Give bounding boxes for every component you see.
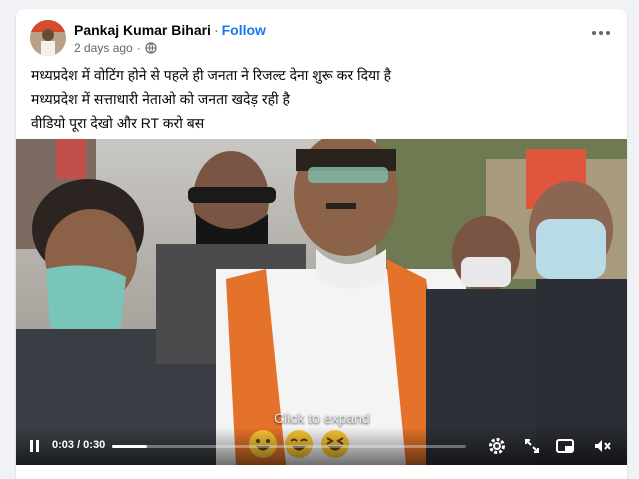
post-timestamp[interactable]: 2 days ago — [74, 40, 133, 56]
author-name[interactable]: Pankaj Kumar Bihari — [74, 22, 211, 38]
picture-in-picture-icon[interactable] — [555, 436, 575, 456]
author-avatar[interactable] — [30, 20, 66, 56]
fullscreen-icon[interactable] — [522, 436, 542, 456]
mute-icon[interactable] — [592, 436, 612, 456]
post-line: मध्यप्रदेश में सत्ताधारी नेताओ को जनता ख… — [31, 91, 290, 107]
settings-gear-icon[interactable] — [487, 436, 507, 456]
post-text: मध्यप्रदेश में वोटिंग होने से पहले ही जन… — [31, 63, 391, 135]
progress-fill — [112, 445, 148, 448]
globe-icon — [145, 42, 157, 54]
separator-dot-meta: · — [136, 41, 141, 55]
click-to-expand-label: Click to expand — [274, 410, 370, 426]
video-time: 0:03 / 0:30 — [52, 439, 106, 451]
pause-icon[interactable] — [30, 440, 42, 454]
post-line: मध्यप्रदेश में वोटिंग होने से पहले ही जन… — [31, 67, 392, 83]
post-line: वीडियो पूरा देखो और RT करो बस — [31, 115, 205, 131]
follow-button[interactable]: Follow — [222, 22, 266, 38]
progress-bar[interactable] — [112, 445, 466, 448]
more-options-icon[interactable] — [589, 25, 613, 41]
separator-dot: · — [213, 22, 219, 38]
video-controls: 0:03 / 0:30 — [16, 427, 627, 465]
post-card: Pankaj Kumar Bihari · Follow 2 days ago · … — [16, 9, 627, 479]
post-meta: 2 days ago · — [74, 40, 157, 56]
author-line: Pankaj Kumar Bihari · Follow — [74, 21, 266, 39]
video-player[interactable]: Click to expand 0:03 / 0:30 — [16, 139, 627, 465]
